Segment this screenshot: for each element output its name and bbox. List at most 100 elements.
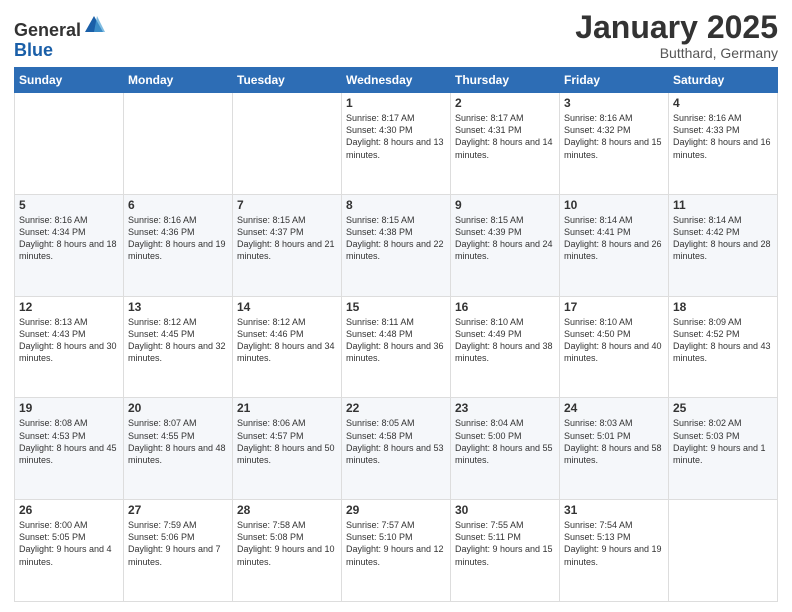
table-row: 18Sunrise: 8:09 AM Sunset: 4:52 PM Dayli… xyxy=(669,296,778,398)
day-number: 8 xyxy=(346,198,446,212)
day-info: Sunrise: 7:54 AM Sunset: 5:13 PM Dayligh… xyxy=(564,519,664,568)
day-info: Sunrise: 8:16 AM Sunset: 4:32 PM Dayligh… xyxy=(564,112,664,161)
table-row: 11 Sunrise: 8:14 AM Sunset: 4:42 PM Dayli… xyxy=(669,194,778,296)
day-number: 16 xyxy=(455,300,555,314)
table-row: 8Sunrise: 8:15 AM Sunset: 4:38 PM Daylig… xyxy=(342,194,451,296)
day-info: Sunrise: 7:55 AM Sunset: 5:11 PM Dayligh… xyxy=(455,519,555,568)
day-number: 12 xyxy=(19,300,119,314)
header: General Blue January 2025 Butthard, Germ… xyxy=(14,10,778,61)
day-info: Sunrise: 8:12 AM Sunset: 4:46 PM Dayligh… xyxy=(237,316,337,365)
location-subtitle: Butthard, Germany xyxy=(575,45,778,61)
day-number: 30 xyxy=(455,503,555,517)
logo-blue-text: Blue xyxy=(14,41,105,61)
day-number: 13 xyxy=(128,300,228,314)
table-row xyxy=(669,500,778,602)
table-row: 27 Sunrise: 7:59 AM Sunset: 5:06 PM Dayli… xyxy=(124,500,233,602)
week-row-1: 5 Sunrise: 8:16 AM Sunset: 4:34 PM Daylig… xyxy=(15,194,778,296)
table-row: 15 Sunrise: 8:11 AM Sunset: 4:48 PM Dayli… xyxy=(342,296,451,398)
day-number: 9 xyxy=(455,198,555,212)
table-row: 21Sunrise: 8:06 AM Sunset: 4:57 PM Dayli… xyxy=(233,398,342,500)
day-number: 29 xyxy=(346,503,446,517)
day-number: 20 xyxy=(128,401,228,415)
day-number: 27 xyxy=(128,503,228,517)
day-number: 17 xyxy=(564,300,664,314)
day-info: Sunrise: 8:13 AM Sunset: 4:43 PM Dayligh… xyxy=(19,316,119,365)
day-info: Sunrise: 8:08 AM Sunset: 4:53 PM Dayligh… xyxy=(19,417,119,466)
table-row: 17 Sunrise: 8:10 AM Sunset: 4:50 PM Dayli… xyxy=(560,296,669,398)
day-number: 23 xyxy=(455,401,555,415)
day-info: Sunrise: 8:04 AM Sunset: 5:00 PM Dayligh… xyxy=(455,417,555,466)
logo-general: General xyxy=(14,20,81,40)
day-number: 25 xyxy=(673,401,773,415)
table-row: 24Sunrise: 8:03 AM Sunset: 5:01 PM Dayli… xyxy=(560,398,669,500)
week-row-2: 12 Sunrise: 8:13 AM Sunset: 4:43 PM Dayli… xyxy=(15,296,778,398)
table-row: 26Sunrise: 8:00 AM Sunset: 5:05 PM Dayli… xyxy=(15,500,124,602)
day-number: 10 xyxy=(564,198,664,212)
header-saturday: Saturday xyxy=(669,68,778,93)
day-number: 14 xyxy=(237,300,337,314)
table-row: 1Sunrise: 8:17 AM Sunset: 4:30 PM Daylig… xyxy=(342,93,451,195)
header-tuesday: Tuesday xyxy=(233,68,342,93)
header-wednesday: Wednesday xyxy=(342,68,451,93)
table-row: 6Sunrise: 8:16 AM Sunset: 4:36 PM Daylig… xyxy=(124,194,233,296)
day-info: Sunrise: 8:16 AM Sunset: 4:33 PM Dayligh… xyxy=(673,112,773,161)
page: General Blue January 2025 Butthard, Germ… xyxy=(0,0,792,612)
day-number: 4 xyxy=(673,96,773,110)
day-info: Sunrise: 8:16 AM Sunset: 4:34 PM Dayligh… xyxy=(19,214,119,263)
day-number: 3 xyxy=(564,96,664,110)
table-row: 4 Sunrise: 8:16 AM Sunset: 4:33 PM Daylig… xyxy=(669,93,778,195)
day-info: Sunrise: 8:17 AM Sunset: 4:31 PM Dayligh… xyxy=(455,112,555,161)
week-row-3: 19Sunrise: 8:08 AM Sunset: 4:53 PM Dayli… xyxy=(15,398,778,500)
logo: General Blue xyxy=(14,14,105,61)
day-info: Sunrise: 8:11 AM Sunset: 4:48 PM Dayligh… xyxy=(346,316,446,365)
table-row: 2 Sunrise: 8:17 AM Sunset: 4:31 PM Daylig… xyxy=(451,93,560,195)
table-row: 3 Sunrise: 8:16 AM Sunset: 4:32 PM Daylig… xyxy=(560,93,669,195)
day-info: Sunrise: 8:09 AM Sunset: 4:52 PM Dayligh… xyxy=(673,316,773,365)
table-row: 14 Sunrise: 8:12 AM Sunset: 4:46 PM Dayli… xyxy=(233,296,342,398)
day-info: Sunrise: 8:15 AM Sunset: 4:39 PM Dayligh… xyxy=(455,214,555,263)
day-number: 11 xyxy=(673,198,773,212)
day-info: Sunrise: 8:02 AM Sunset: 5:03 PM Dayligh… xyxy=(673,417,773,466)
day-info: Sunrise: 8:15 AM Sunset: 4:37 PM Dayligh… xyxy=(237,214,337,263)
day-info: Sunrise: 8:16 AM Sunset: 4:36 PM Dayligh… xyxy=(128,214,228,263)
day-number: 5 xyxy=(19,198,119,212)
title-block: January 2025 Butthard, Germany xyxy=(575,10,778,61)
header-friday: Friday xyxy=(560,68,669,93)
header-sunday: Sunday xyxy=(15,68,124,93)
table-row: 12 Sunrise: 8:13 AM Sunset: 4:43 PM Dayli… xyxy=(15,296,124,398)
logo-text: General xyxy=(14,14,105,41)
weekday-header-row: Sunday Monday Tuesday Wednesday Thursday… xyxy=(15,68,778,93)
day-number: 7 xyxy=(237,198,337,212)
day-info: Sunrise: 7:57 AM Sunset: 5:10 PM Dayligh… xyxy=(346,519,446,568)
day-number: 15 xyxy=(346,300,446,314)
day-info: Sunrise: 8:07 AM Sunset: 4:55 PM Dayligh… xyxy=(128,417,228,466)
week-row-4: 26Sunrise: 8:00 AM Sunset: 5:05 PM Dayli… xyxy=(15,500,778,602)
table-row: 10 Sunrise: 8:14 AM Sunset: 4:41 PM Dayli… xyxy=(560,194,669,296)
table-row: 5 Sunrise: 8:16 AM Sunset: 4:34 PM Daylig… xyxy=(15,194,124,296)
week-row-0: 1Sunrise: 8:17 AM Sunset: 4:30 PM Daylig… xyxy=(15,93,778,195)
table-row xyxy=(124,93,233,195)
day-info: Sunrise: 8:12 AM Sunset: 4:45 PM Dayligh… xyxy=(128,316,228,365)
day-info: Sunrise: 8:14 AM Sunset: 4:41 PM Dayligh… xyxy=(564,214,664,263)
table-row: 13 Sunrise: 8:12 AM Sunset: 4:45 PM Dayli… xyxy=(124,296,233,398)
day-info: Sunrise: 8:10 AM Sunset: 4:49 PM Dayligh… xyxy=(455,316,555,365)
table-row xyxy=(233,93,342,195)
day-number: 24 xyxy=(564,401,664,415)
day-info: Sunrise: 8:14 AM Sunset: 4:42 PM Dayligh… xyxy=(673,214,773,263)
logo-icon xyxy=(83,14,105,36)
day-info: Sunrise: 7:58 AM Sunset: 5:08 PM Dayligh… xyxy=(237,519,337,568)
day-number: 2 xyxy=(455,96,555,110)
calendar-table: Sunday Monday Tuesday Wednesday Thursday… xyxy=(14,67,778,602)
day-number: 28 xyxy=(237,503,337,517)
table-row: 22Sunrise: 8:05 AM Sunset: 4:58 PM Dayli… xyxy=(342,398,451,500)
day-info: Sunrise: 8:00 AM Sunset: 5:05 PM Dayligh… xyxy=(19,519,119,568)
table-row xyxy=(15,93,124,195)
header-thursday: Thursday xyxy=(451,68,560,93)
header-monday: Monday xyxy=(124,68,233,93)
table-row: 25 Sunrise: 8:02 AM Sunset: 5:03 PM Dayli… xyxy=(669,398,778,500)
day-info: Sunrise: 8:10 AM Sunset: 4:50 PM Dayligh… xyxy=(564,316,664,365)
table-row: 7 Sunrise: 8:15 AM Sunset: 4:37 PM Daylig… xyxy=(233,194,342,296)
day-number: 21 xyxy=(237,401,337,415)
day-info: Sunrise: 7:59 AM Sunset: 5:06 PM Dayligh… xyxy=(128,519,228,568)
table-row: 23 Sunrise: 8:04 AM Sunset: 5:00 PM Dayli… xyxy=(451,398,560,500)
